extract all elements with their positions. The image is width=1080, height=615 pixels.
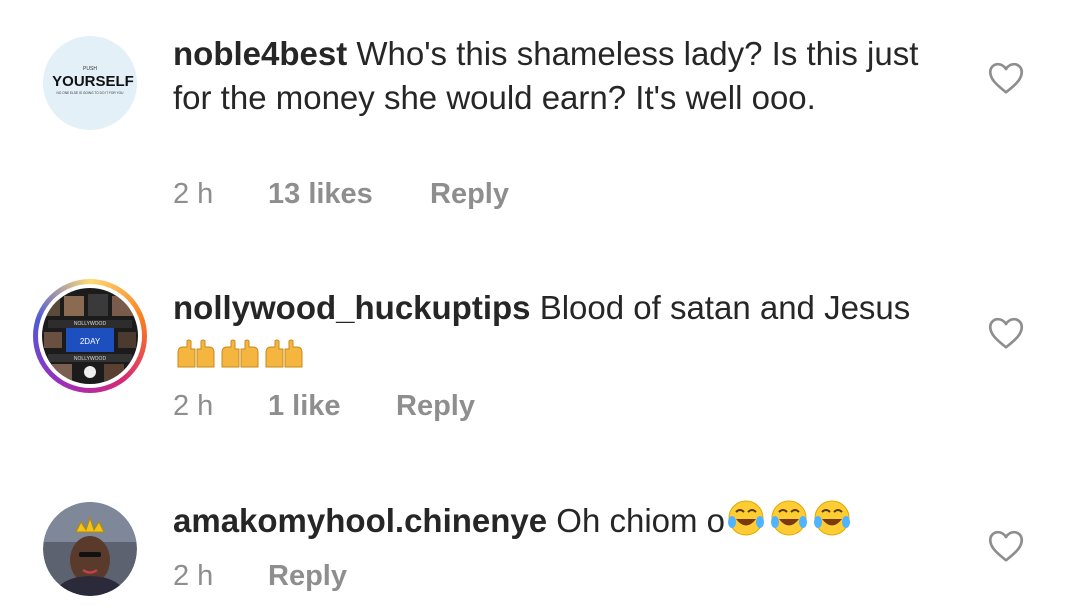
comment-meta: 2 h Reply xyxy=(173,560,347,593)
comment-text: amakomyhool.chinenye Oh chiom o xyxy=(173,498,963,549)
tears-of-joy-icon xyxy=(726,498,852,549)
avatar[interactable] xyxy=(43,502,137,596)
heart-icon[interactable] xyxy=(988,529,1024,563)
comment-item: amakomyhool.chinenye Oh chiom o 2 h Repl… xyxy=(0,0,1080,615)
comment-time: 2 h xyxy=(173,560,214,592)
avatar-image xyxy=(43,502,137,596)
reply-button[interactable]: Reply xyxy=(268,560,347,593)
comment-username[interactable]: amakomyhool.chinenye xyxy=(173,502,547,539)
comment-body: Oh chiom o xyxy=(556,502,726,539)
